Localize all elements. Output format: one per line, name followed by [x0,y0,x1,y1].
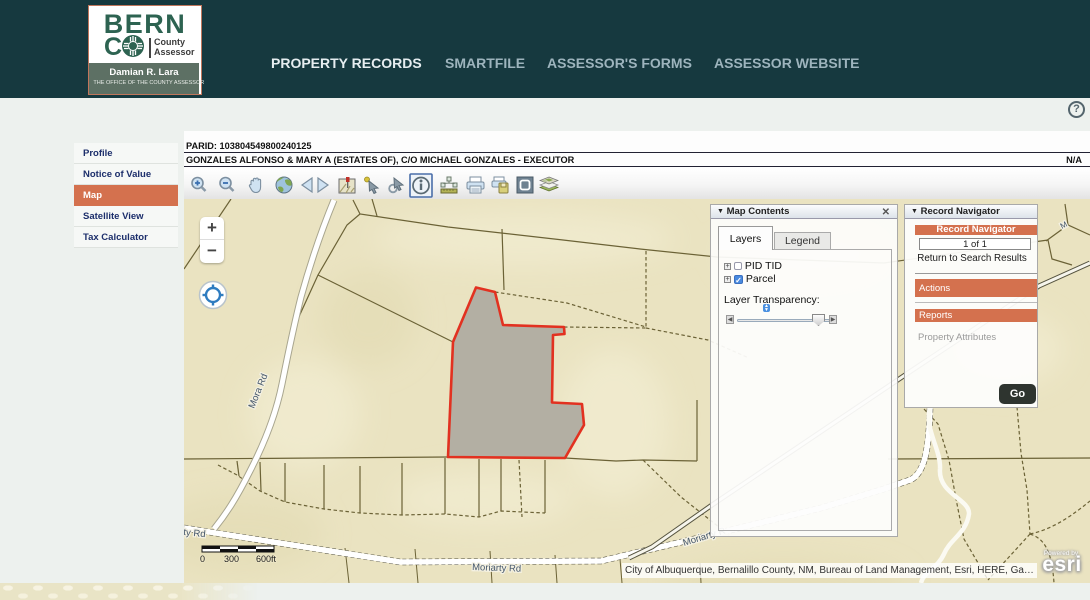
svg-text:Moriarty Rd: Moriarty Rd [472,562,521,575]
svg-text:300: 300 [224,554,239,564]
svg-text:0: 0 [200,554,205,564]
svg-text:rty Rd: rty Rd [184,527,206,541]
svg-text:600ft: 600ft [256,554,277,564]
